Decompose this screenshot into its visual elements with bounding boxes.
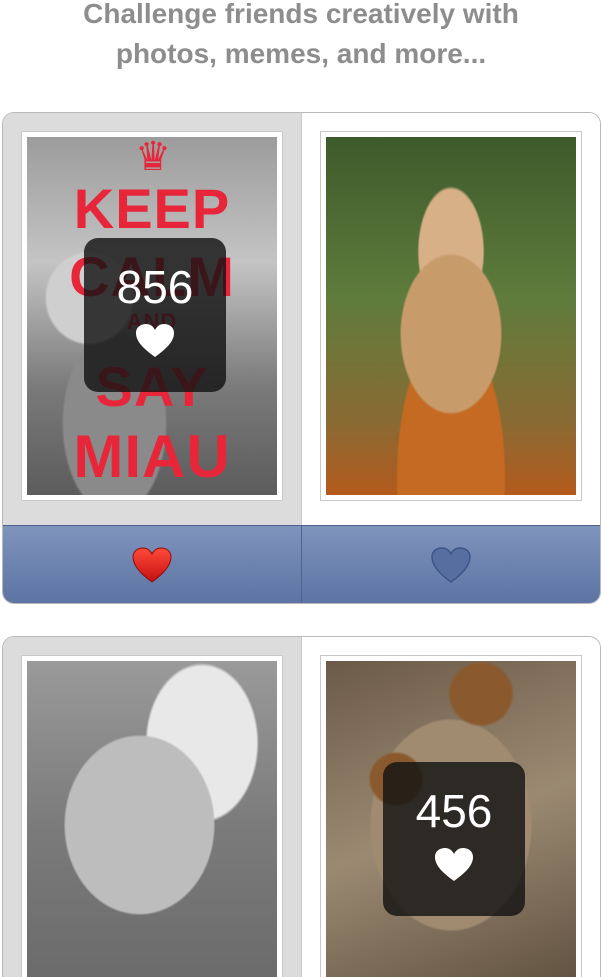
challenge-2-left-entry[interactable] <box>3 637 302 977</box>
challenge-1-left-entry[interactable]: ♛ KEEP CALM AND SAY MIAU 856 <box>3 113 302 525</box>
heart-outline-icon <box>431 547 471 583</box>
challenge-card-1: ♛ KEEP CALM AND SAY MIAU 856 <box>2 112 601 604</box>
vote-count-overlay: 456 <box>383 762 525 916</box>
vote-left-button[interactable] <box>3 526 302 603</box>
keep-calm-kitten-photo[interactable]: ♛ KEEP CALM AND SAY MIAU 856 <box>27 137 277 495</box>
photo-frame: 456 <box>320 655 582 977</box>
meme-line-miau: MIAU <box>73 423 231 490</box>
challenge-1-right-entry[interactable] <box>302 113 600 525</box>
vote-count: 456 <box>415 785 493 837</box>
challenge-2-right-entry[interactable]: 456 <box>302 637 600 977</box>
challenge-card-2: 456 <box>2 636 601 977</box>
heart-filled-icon <box>132 547 172 583</box>
vote-right-button[interactable] <box>302 526 600 603</box>
vote-bar <box>3 525 600 603</box>
cat-face-photo[interactable]: 456 <box>326 661 576 977</box>
photo-frame: ♛ KEEP CALM AND SAY MIAU 856 <box>21 131 283 501</box>
photo-frame <box>320 131 582 501</box>
photo-frame <box>21 655 283 977</box>
heart-icon <box>435 848 473 881</box>
orange-kitten-photo[interactable] <box>326 137 576 495</box>
vote-count: 856 <box>116 261 194 313</box>
headline: Challenge friends creatively with photos… <box>0 0 602 74</box>
heart-icon <box>136 324 174 357</box>
vote-count-overlay: 856 <box>84 238 226 392</box>
meme-line-keep: KEEP <box>73 177 231 240</box>
headline-line-1: Challenge friends creatively with <box>83 0 519 29</box>
grey-tabby-photo[interactable] <box>27 661 277 977</box>
headline-line-2: photos, memes, and more... <box>115 38 487 69</box>
crown-icon: ♛ <box>135 137 171 179</box>
